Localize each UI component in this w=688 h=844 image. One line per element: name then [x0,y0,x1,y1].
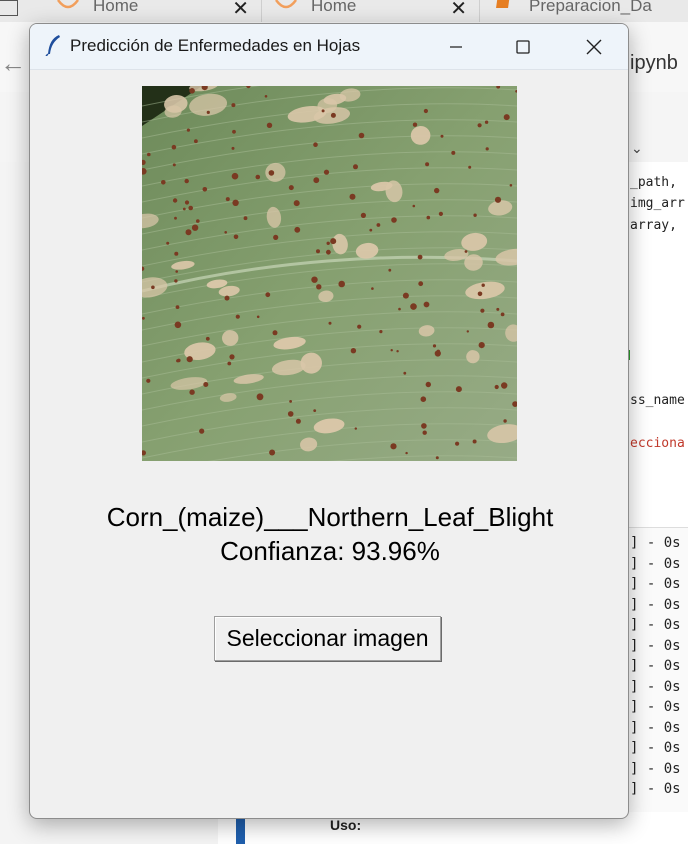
close-icon[interactable]: ✕ [450,0,467,21]
code-line: _path, [630,175,677,190]
output-line: ] - 0s [630,576,681,592]
notebook-file-title[interactable]: ipynb [630,52,678,75]
jupyter-icon [274,0,298,9]
browser-tab-notebook[interactable]: Preparacion_Da [482,0,688,22]
chevron-down-icon[interactable]: ⌄ [631,140,643,157]
code-line: ecciona [630,436,685,451]
minimize-button[interactable] [426,24,486,69]
confidence-label: Confianza: 93.96% [220,536,440,566]
back-arrow-icon[interactable]: ← [0,48,26,79]
maximize-icon [516,39,530,54]
notebook-icon [496,0,510,8]
window-restore-icon[interactable] [0,0,18,16]
browser-tab-home-1[interactable]: Home ✕ [46,0,262,22]
output-line: ] - 0s [630,617,681,633]
maximize-button[interactable] [493,24,553,69]
output-line: ] - 0s [630,781,681,797]
corn-leaf-with-lesions-icon [142,86,517,461]
prediction-label: Corn_(maize)___Northern_Leaf_Blight [106,502,554,532]
code-line: array, [630,218,677,233]
tab-label: Home [311,0,357,15]
output-line: ] - 0s [630,760,681,777]
browser-tab-home-2[interactable]: Home ✕ [264,0,480,22]
output-line: ] - 0s [630,637,681,654]
output-line: ] - 0s [630,740,681,756]
prediction-window: Predicción de Enfermedades en Hojas Corn… [29,23,629,819]
select-image-button[interactable]: Seleccionar imagen [214,616,441,661]
close-icon[interactable]: ✕ [232,0,249,21]
close-button[interactable] [564,24,624,69]
markdown-heading: Uso: [330,817,362,833]
output-line: ] - 0s [630,535,681,551]
output-line: ] - 0s [630,678,681,695]
code-line: img_arr [630,196,685,211]
tab-label: Preparacion_Da [529,0,652,15]
code-line: ss_name [630,393,685,408]
output-line: ] - 0s [630,719,681,736]
browser-tab-bar: Home ✕ Home ✕ Preparacion_Da [0,0,688,23]
active-cell-indicator [236,816,245,844]
output-line: ] - 0s [630,596,681,613]
output-line: ] - 0s [630,699,681,715]
window-title: Predicción de Enfermedades en Hojas [70,36,361,55]
minimize-icon [450,45,462,48]
tab-label: Home [93,0,139,15]
output-line: ] - 0s [630,658,681,674]
feather-icon [45,35,60,56]
output-line: ] - 0s [630,555,681,572]
close-icon [586,39,602,54]
window-titlebar[interactable]: Predicción de Enfermedades en Hojas [30,24,628,70]
jupyter-icon [56,0,80,9]
